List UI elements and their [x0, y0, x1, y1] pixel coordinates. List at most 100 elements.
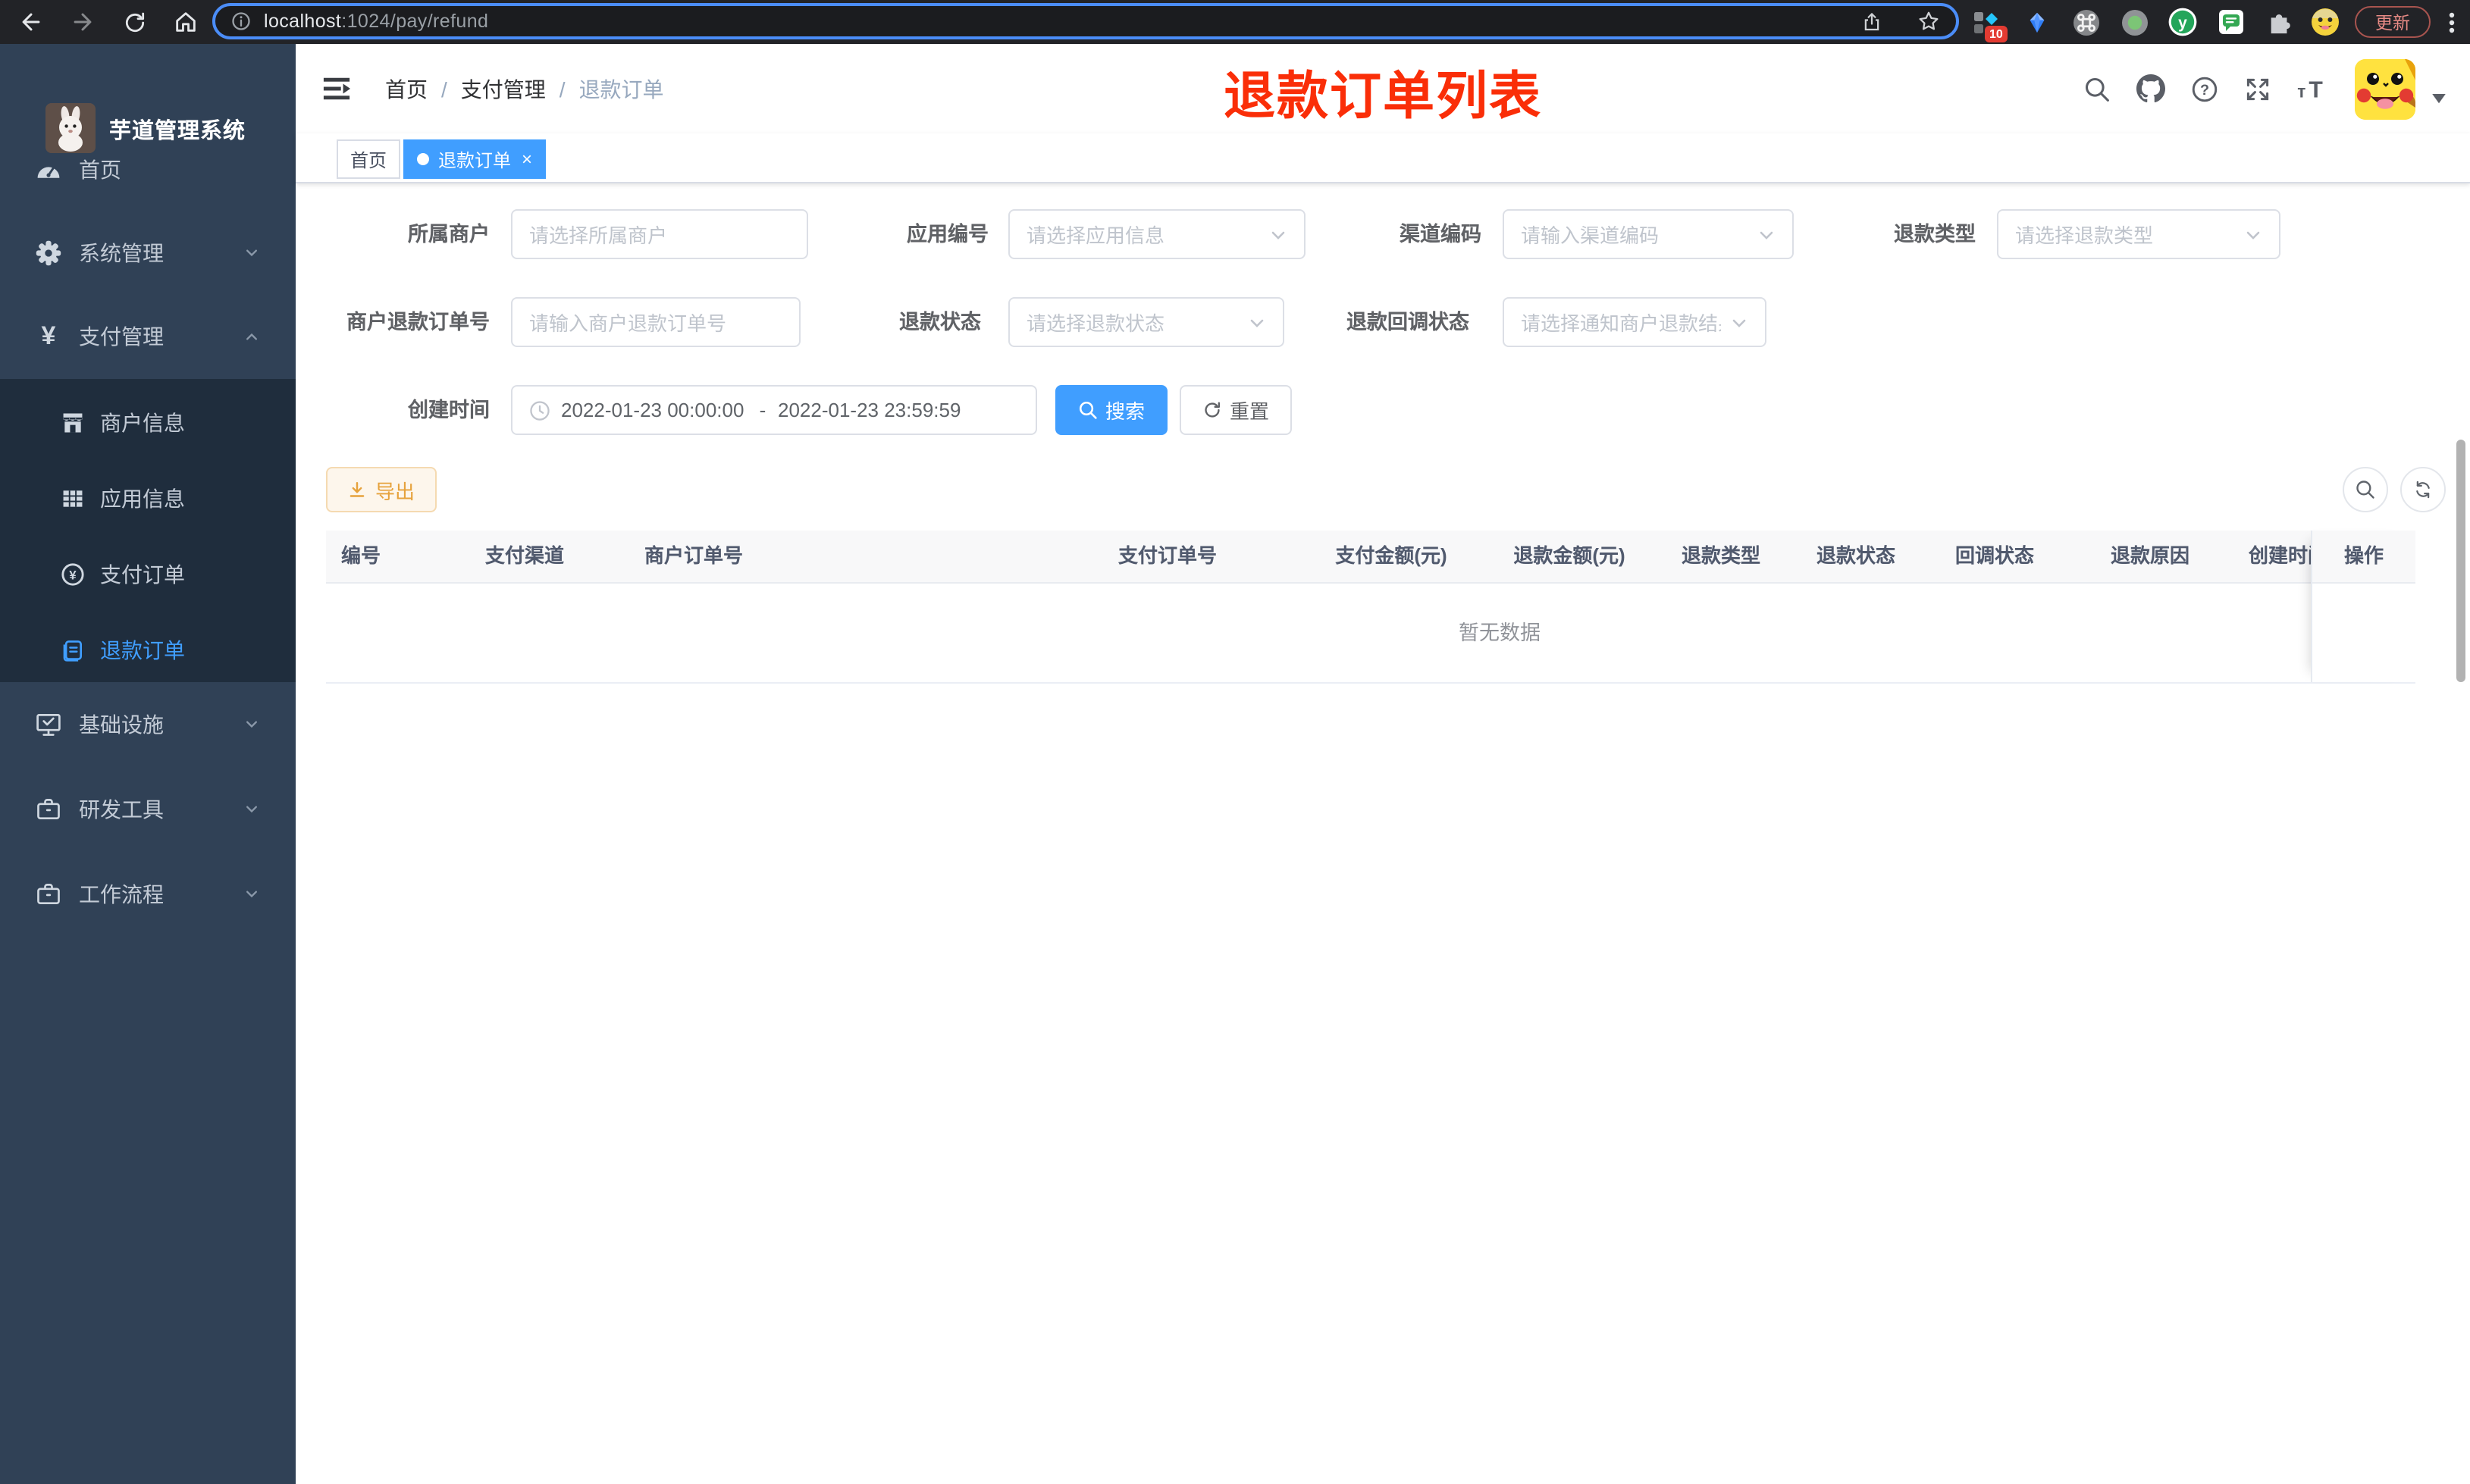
chevron-down-icon — [246, 249, 257, 256]
dot-circle-glyph — [2121, 9, 2147, 35]
extension-gem-icon[interactable] — [2023, 8, 2052, 36]
placeholder: 请选择应用信息 — [1027, 224, 1165, 247]
grid-icon — [61, 487, 85, 511]
breadcrumb-home[interactable]: 首页 — [385, 74, 428, 104]
tab-home[interactable]: 首页 — [337, 139, 401, 179]
svg-text:¥: ¥ — [69, 568, 77, 582]
sidebar-item-label: 基础设施 — [79, 712, 164, 737]
placeholder: 请选择退款类型 — [2015, 224, 2154, 247]
avatar-caret-icon[interactable] — [2432, 94, 2446, 105]
github-icon[interactable] — [2136, 74, 2165, 103]
page-info-icon[interactable] — [230, 11, 252, 32]
sidebar-collapse-button[interactable] — [321, 74, 352, 111]
refresh-table-button[interactable] — [2400, 467, 2446, 512]
browser-reload-button[interactable] — [118, 6, 150, 38]
search-icon — [1079, 401, 1097, 419]
sidebar-item-system[interactable]: 系统管理 — [0, 211, 296, 294]
extension-emoji-icon[interactable] — [2311, 8, 2340, 36]
browser-update-button[interactable]: 更新 — [2355, 6, 2431, 38]
sidebar-item-refund-order[interactable]: 退款订单 — [0, 612, 296, 688]
header-actions: ? тT — [2083, 44, 2446, 133]
col-merchant-order-no: 商户订单号 — [644, 544, 744, 567]
tab-refund-order[interactable]: 退款订单 × — [403, 139, 547, 179]
date-separator: - — [759, 399, 766, 421]
col-refund-status: 退款状态 — [1816, 544, 1895, 567]
tab-label: 退款订单 — [438, 149, 512, 171]
refund-status-select[interactable]: 请选择退款状态 — [1008, 297, 1284, 347]
merchant-select[interactable]: 请选择所属商户 — [511, 209, 808, 259]
active-dot-icon — [417, 153, 429, 165]
sidebar-item-pay-order[interactable]: ¥ 支付订单 — [0, 537, 296, 612]
placeholder: 请选择所属商户 — [529, 224, 668, 247]
briefcase-icon — [35, 796, 62, 823]
sidebar-item-workflow[interactable]: 工作流程 — [0, 852, 296, 937]
tab-label: 首页 — [350, 149, 387, 171]
page-header: 首页 / 支付管理 / 退款订单 退款订单列表 ? тT — [296, 44, 2470, 133]
sidebar-item-app-info[interactable]: 应用信息 — [0, 461, 296, 537]
gem-glyph — [2030, 11, 2045, 33]
date-start: 2022-01-23 00:00:00 — [561, 399, 744, 421]
search-button[interactable]: 搜索 — [1055, 385, 1168, 435]
filter-label-merchant-refund-no: 商户退款订单号 — [346, 311, 490, 333]
url-path: :1024/pay/refund — [341, 11, 489, 32]
placeholder: 请输入商户退款订单号 — [529, 312, 727, 335]
sidebar-item-home[interactable]: 首页 — [0, 127, 296, 211]
browser-menu-button[interactable] — [2435, 6, 2467, 38]
tags-view: 首页 退款订单 × — [296, 133, 2470, 183]
help-icon[interactable]: ? — [2191, 75, 2218, 102]
sidebar-item-label: 支付管理 — [79, 324, 164, 349]
merchant-refund-no-input[interactable]: 请输入商户退款订单号 — [511, 297, 801, 347]
col-id: 编号 — [341, 544, 381, 567]
reload-icon — [124, 11, 144, 32]
sidebar-item-dev-tools[interactable]: 研发工具 — [0, 767, 296, 852]
share-icon[interactable] — [1860, 10, 1883, 33]
extension-y-icon[interactable]: y — [2168, 8, 2197, 36]
home-icon — [176, 12, 196, 32]
chevron-down-icon — [2246, 230, 2260, 239]
notify-status-select[interactable]: 请选择通知商户退款结果 — [1503, 297, 1766, 347]
dashboard-icon — [35, 155, 62, 183]
sidebar-item-payment[interactable]: ¥ 支付管理 — [0, 294, 296, 379]
refund-table: 编号 支付渠道 商户订单号 支付订单号 支付金额(元) 退款金额(元) 退款类型… — [326, 531, 2415, 684]
sidebar-item-merchant-info[interactable]: 商户信息 — [0, 385, 296, 461]
app-select[interactable]: 请选择应用信息 — [1008, 209, 1306, 259]
sidebar-item-label: 支付订单 — [100, 562, 185, 587]
search-icon[interactable] — [2083, 75, 2111, 102]
extension-chat-icon[interactable] — [2217, 8, 2246, 36]
sidebar-item-infrastructure[interactable]: 基础设施 — [0, 682, 296, 767]
placeholder: 请选择退款状态 — [1027, 312, 1165, 335]
filter-label-refund-status: 退款状态 — [899, 311, 981, 333]
browser-home-button[interactable] — [170, 6, 202, 38]
refund-type-select[interactable]: 请选择退款类型 — [1997, 209, 2280, 259]
browser-forward-button[interactable] — [67, 6, 99, 38]
avatar[interactable] — [2355, 58, 2415, 119]
col-refund-reason: 退款原因 — [2110, 544, 2189, 567]
browser-back-button[interactable] — [15, 6, 47, 38]
reset-button-label: 重置 — [1229, 400, 1269, 423]
show-search-toggle-button[interactable] — [2343, 467, 2388, 512]
extension-command-icon[interactable] — [2071, 8, 2100, 36]
export-button-label: 导出 — [375, 480, 415, 502]
export-button[interactable]: 导出 — [326, 467, 437, 512]
extension-grid-diamond-icon[interactable]: 10 — [1971, 8, 2008, 42]
extension-puzzle-icon[interactable] — [2265, 8, 2294, 36]
reset-button[interactable]: 重置 — [1180, 385, 1292, 435]
channel-select[interactable]: 请输入渠道编码 — [1503, 209, 1794, 259]
url-bar[interactable]: localhost:1024/pay/refund — [212, 3, 1959, 39]
col-pay-amount: 支付金额(元) — [1335, 544, 1447, 567]
gear-icon — [35, 239, 62, 266]
breadcrumb-payment[interactable]: 支付管理 — [461, 74, 546, 104]
extension-dot-circle-icon[interactable] — [2120, 8, 2149, 36]
bookmark-star-icon[interactable] — [1917, 9, 1941, 33]
col-pay-order-no: 支付订单号 — [1117, 544, 1217, 567]
scrollbar-thumb[interactable] — [2456, 440, 2465, 682]
filter-label-channel: 渠道编码 — [1400, 223, 1481, 246]
tab-close-icon[interactable]: × — [522, 150, 532, 168]
table-header-row: 编号 支付渠道 商户订单号 支付订单号 支付金额(元) 退款金额(元) 退款类型… — [326, 531, 2415, 584]
date-end: 2022-01-23 23:59:59 — [778, 399, 961, 421]
font-size-icon[interactable]: тT — [2297, 76, 2329, 102]
create-time-range-picker[interactable]: 2022-01-23 00:00:00 - 2022-01-23 23:59:5… — [511, 385, 1037, 435]
fullscreen-icon[interactable] — [2244, 75, 2271, 102]
sidebar-item-label: 系统管理 — [79, 240, 164, 265]
chevron-down-icon — [246, 721, 257, 728]
